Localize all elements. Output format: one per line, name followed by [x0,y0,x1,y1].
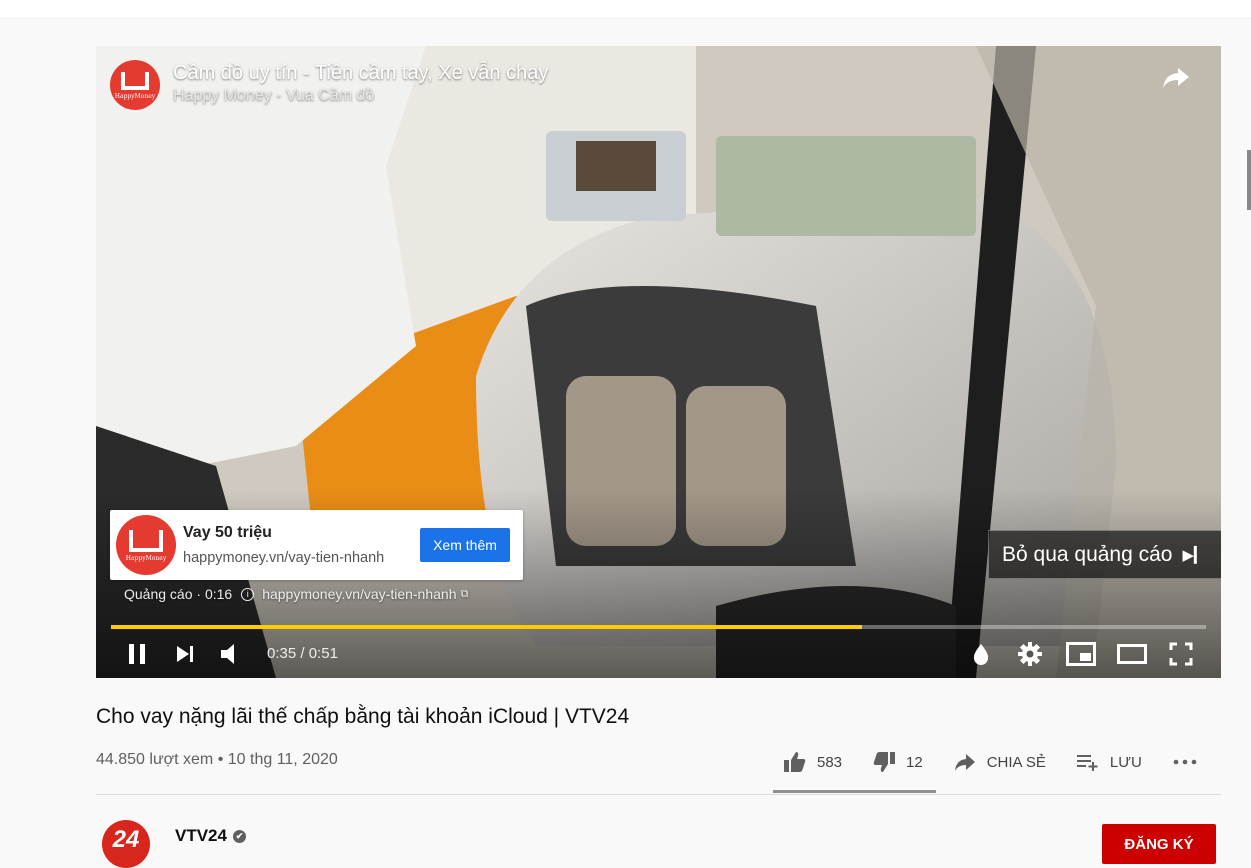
more-horizontal-icon [1173,759,1197,765]
ad-card-title: Vay 50 triệu [183,524,272,541]
ad-meta: Quảng cáo · 0:16 i happymoney.vn/vay-tie… [124,586,468,602]
ad-card[interactable]: HappyMoney Vay 50 triệu happymoney.vn/va… [110,510,523,580]
share-arrow-icon [954,754,975,771]
progress-bar[interactable] [111,625,1206,629]
ad-advertiser[interactable]: Happy Money - Vua Cầm đồ [173,87,548,105]
video-frame [96,46,1221,678]
external-link-icon: ⧉ [460,587,469,600]
ad-label: Quảng cáo · 0:16 [124,586,233,602]
video-title: Cho vay nặng lãi thế chấp bằng tài khoản… [96,705,630,728]
ad-link[interactable]: happymoney.vn/vay-tien-nhanh [262,586,456,602]
player-controls: 0:35 / 0:51 [96,636,1221,678]
droplet-icon [973,644,989,665]
miniplayer-button[interactable] [1064,636,1098,672]
upload-date: 10 thg 11, 2020 [227,751,338,768]
view-count: 44.850 lượt xem [96,751,214,768]
playlist-add-icon [1076,755,1098,771]
learn-more-button[interactable]: Xem thêm [420,528,510,562]
pause-button[interactable] [120,636,154,672]
pause-icon [129,644,145,664]
miniplayer-icon [1066,642,1096,666]
scrollbar[interactable] [1247,150,1251,210]
ad-title[interactable]: Cầm đồ uy tín - Tiền cầm tay, Xe vẫn chạ… [173,60,548,86]
meta-row: 44.850 lượt xem • 10 thg 11, 2020 583 12… [96,750,1221,793]
ad-card-url: happymoney.vn/vay-tien-nhanh [183,550,385,566]
theater-button[interactable] [1114,636,1150,672]
video-player[interactable]: HappyMoney Cầm đồ uy tín - Tiền cầm tay,… [96,46,1221,678]
like-count: 583 [817,753,843,771]
ad-card-logo[interactable]: HappyMoney [116,515,176,575]
top-bar [0,0,1251,17]
divider [96,794,1221,795]
sentiment-fill [773,790,936,793]
color-button[interactable] [966,636,996,672]
thumbs-up-icon [784,752,806,772]
share-button[interactable]: CHIA SẺ [953,752,1046,772]
subscribe-button[interactable]: ĐĂNG KÝ [1102,824,1216,864]
time-current: 0:35 [267,645,297,662]
action-bar: 583 12 CHIA SẺ LƯU [783,750,1208,774]
info-icon[interactable]: i [241,587,255,601]
gear-icon [1018,642,1042,666]
fullscreen-icon [1169,642,1193,666]
share-icon[interactable] [1161,64,1191,90]
next-icon [177,646,193,662]
more-actions-button[interactable] [1172,758,1208,766]
time-separator: / [296,645,309,662]
ad-header: HappyMoney Cầm đồ uy tín - Tiền cầm tay,… [110,60,548,110]
fullscreen-button[interactable] [1166,636,1196,672]
time-display: 0:35 / 0:51 [267,645,338,662]
channel-avatar[interactable]: 24 [102,820,150,868]
dislike-count: 12 [906,753,923,771]
skip-ad-button[interactable]: Bỏ qua quảng cáo ▶▎ [988,530,1221,579]
save-label: LƯU [1109,753,1142,771]
theater-icon [1117,644,1147,664]
skip-ad-label: Bỏ qua quảng cáo [1002,542,1173,566]
next-button[interactable] [170,636,200,672]
volume-icon [221,644,234,664]
logo-text: HappyMoney [114,93,156,100]
save-button[interactable]: LƯU [1076,752,1142,772]
channel-name-row[interactable]: VTV24 ✔ [175,826,246,846]
mute-button[interactable] [216,636,246,672]
logo-mark-icon [129,530,163,552]
advertiser-logo[interactable]: HappyMoney [110,60,160,110]
channel-name[interactable]: VTV24 [175,826,227,846]
logo-text: HappyMoney [125,555,167,562]
time-total: 0:51 [308,645,338,662]
sentiment-bar [773,790,936,793]
verified-icon: ✔ [232,829,246,843]
like-button[interactable]: 583 [783,751,842,773]
share-label: CHIA SẺ [986,753,1046,771]
settings-button[interactable] [1014,636,1046,672]
skip-next-icon: ▶▎ [1182,546,1206,564]
progress-fill [111,625,863,629]
video-info: Cho vay nặng lãi thế chấp bằng tài khoản… [96,705,1221,795]
thumbs-down-icon [873,752,896,772]
dislike-button[interactable]: 12 [872,751,923,773]
logo-mark-icon [121,72,149,90]
meta-separator: • [213,751,228,768]
